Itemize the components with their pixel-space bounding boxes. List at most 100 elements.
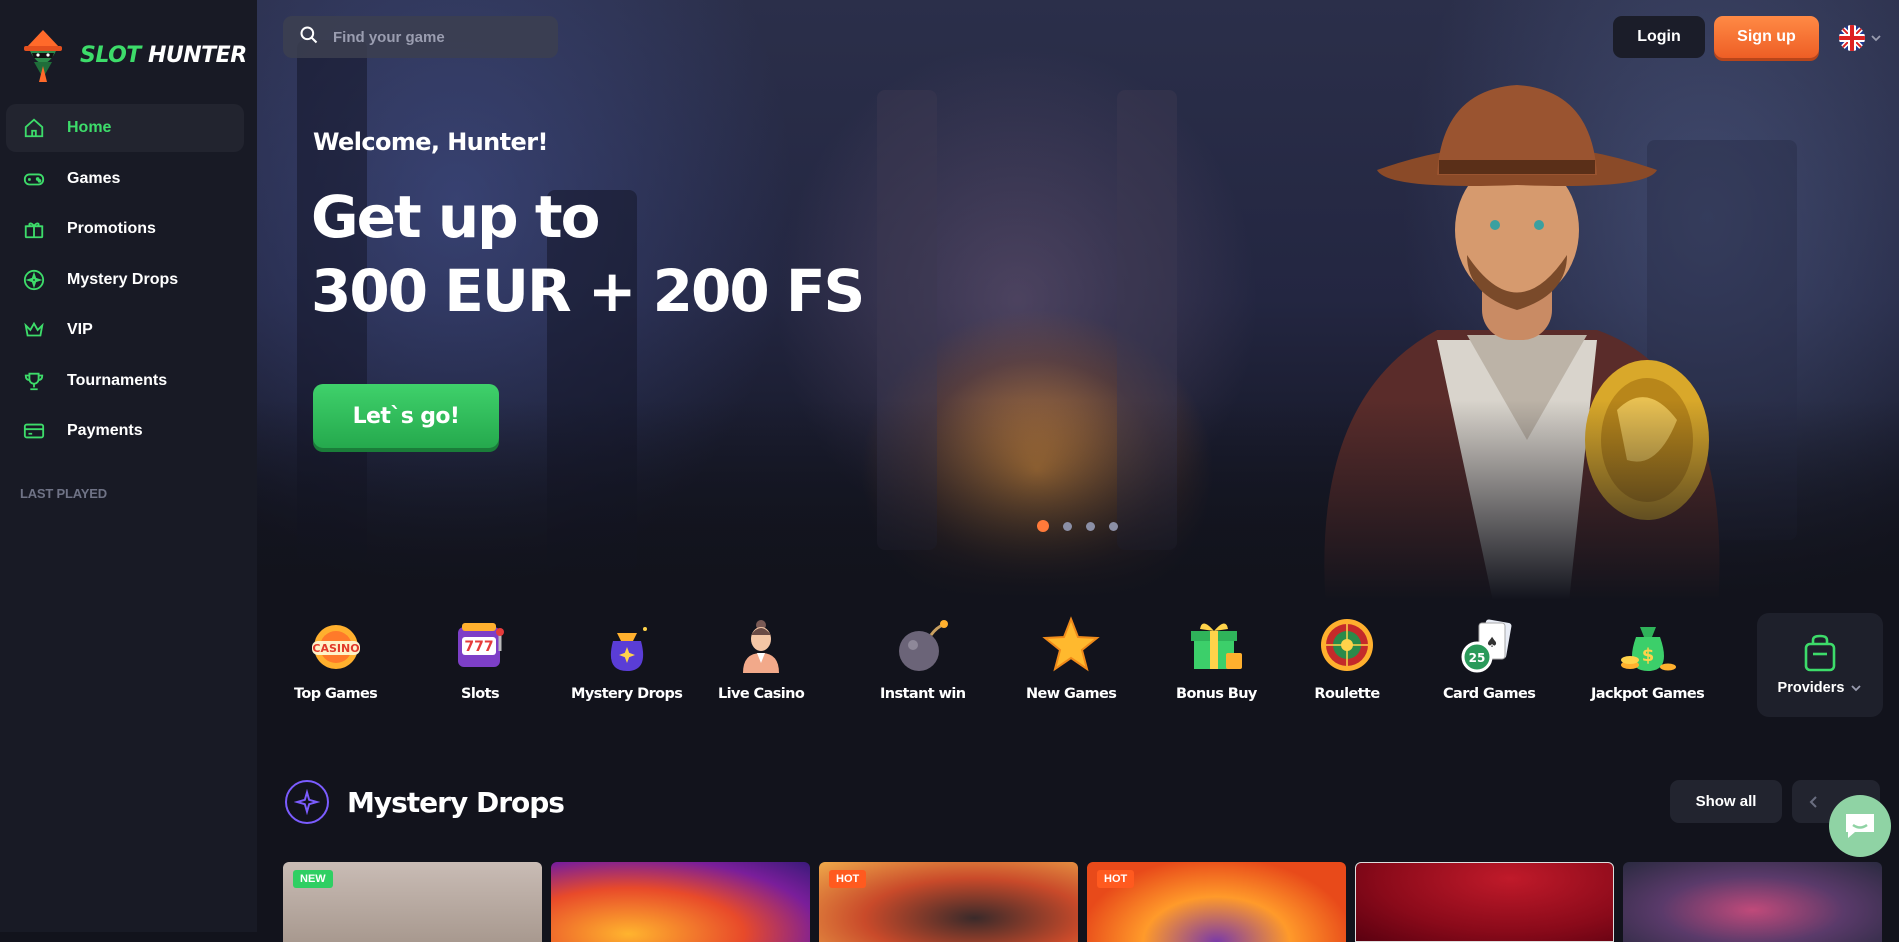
cards-chip-icon: ♠ 25 [1456,612,1522,678]
svg-text:CASINO: CASINO [312,642,359,655]
category-label: New Games [1026,686,1117,702]
mystery-drops-icon [22,268,46,292]
game-badge: HOT [829,870,867,888]
mystery-bag-icon [594,612,660,678]
sidebar-item-label: Home [67,119,112,136]
category-label: Jackpot Games [1591,686,1705,702]
home-icon [22,116,46,140]
sidebar-item-home[interactable]: Home [6,104,244,152]
svg-text:25: 25 [1469,651,1486,665]
game-card[interactable] [1355,862,1614,942]
search-input[interactable] [333,28,533,46]
carousel-dot[interactable] [1109,521,1118,531]
sidebar-item-mystery-drops[interactable]: Mystery Drops [6,256,244,304]
category-jackpot-games[interactable]: $ Jackpot Games [1591,612,1705,702]
category-label: Top Games [294,686,378,702]
category-live-casino[interactable]: Live Casino [718,612,805,702]
game-badge: NEW [293,870,333,888]
game-badge: HOT [1097,870,1135,888]
brand-slot: SLOT [80,42,141,68]
search-bar[interactable] [283,16,558,58]
carousel-dot[interactable] [1086,521,1095,531]
category-top-games[interactable]: CASINO Top Games [294,612,378,702]
chat-bubble-icon [1846,814,1874,838]
providers-icon [1804,634,1836,672]
sidebar-item-label: Promotions [67,220,156,237]
hero-welcome: Welcome, Hunter! [313,128,548,156]
game-card[interactable] [1623,862,1882,942]
gamepad-icon [22,167,46,191]
section-title: Mystery Drops [347,785,565,819]
language-selector[interactable] [1838,24,1882,52]
money-bag-icon: $ [1615,612,1681,678]
chevron-down-icon [1851,685,1862,692]
casino-icon: CASINO [303,612,369,678]
carousel-dots [1037,520,1118,532]
card-icon [22,419,46,443]
sidebar-item-vip[interactable]: VIP [6,306,244,354]
login-button[interactable]: Login [1613,16,1705,58]
hero-fade [257,400,1899,600]
mystery-drops-header: Mystery Drops [285,780,565,824]
category-label: Roulette [1314,686,1380,702]
category-bar: CASINO Top Games 777 Slots Mystery Drops… [257,612,1899,722]
category-card-games[interactable]: ♠ 25 Card Games [1443,612,1536,702]
category-label: Slots [461,686,500,702]
search-icon [299,25,319,50]
category-roulette[interactable]: Roulette [1314,612,1380,702]
category-instant-win[interactable]: Instant win [880,612,966,702]
hero-cta-button[interactable]: Let`s go! [313,384,499,448]
category-mystery-drops[interactable]: Mystery Drops [571,612,683,702]
sidebar-item-games[interactable]: Games [6,155,244,203]
brand-hunter: HUNTER [147,42,247,68]
last-played-heading: LAST PLAYED [20,486,107,501]
category-label: Live Casino [718,686,805,702]
mystery-drops-icon [285,780,329,824]
svg-text:777: 777 [464,639,493,655]
hunter-logo-icon [22,26,64,84]
category-label: Card Games [1443,686,1536,702]
sidebar-item-label: Payments [67,422,143,439]
game-card[interactable]: HOT [1087,862,1346,942]
signup-button[interactable]: Sign up [1714,16,1819,58]
show-all-button[interactable]: Show all [1670,780,1782,823]
sidebar-item-tournaments[interactable]: Tournaments [6,357,244,405]
game-card[interactable]: HOT [819,862,1078,942]
carousel-dot[interactable] [1063,521,1072,531]
category-slots[interactable]: 777 Slots [447,612,513,702]
carousel-dot[interactable] [1037,520,1049,532]
game-card[interactable]: NEW [283,862,542,942]
hero-banner: Welcome, Hunter! Get up to 300 EUR + 200… [257,0,1899,600]
category-new-games[interactable]: New Games [1026,612,1117,702]
game-cards-row: NEW HOT HOT [283,862,1882,942]
roulette-icon [1314,612,1380,678]
hero-headline-line1: Get up to [311,183,600,251]
sidebar: SLOT HUNTER Home Games Promotions Myster… [0,0,257,932]
dealer-icon [728,612,794,678]
chevron-left-icon [1809,795,1817,808]
trophy-icon [22,369,46,393]
sidebar-item-payments[interactable]: Payments [6,407,244,455]
sidebar-item-label: Mystery Drops [67,270,179,288]
category-label: Instant win [880,686,966,702]
sidebar-item-promotions[interactable]: Promotions [6,205,244,253]
providers-label: Providers [1777,680,1845,696]
sidebar-nav: Home Games Promotions Mystery Drops VIP … [6,104,244,458]
crown-icon [22,318,46,342]
category-bonus-buy[interactable]: Bonus Buy [1176,612,1257,702]
star-icon [1038,612,1104,678]
hero-headline: Get up to 300 EUR + 200 FS [311,180,865,328]
category-label: Mystery Drops [571,686,683,702]
game-card[interactable] [551,862,810,942]
main-content: Welcome, Hunter! Get up to 300 EUR + 200… [257,0,1899,942]
category-label: Bonus Buy [1176,686,1257,702]
chat-button[interactable] [1829,795,1891,857]
sidebar-item-label: Tournaments [67,371,168,389]
providers-button[interactable]: Providers [1757,613,1883,717]
logo[interactable]: SLOT HUNTER [22,26,247,84]
sidebar-item-label: VIP [67,321,93,338]
bomb-icon [890,612,956,678]
gift-box-icon [1183,612,1249,678]
flag-uk-icon [1839,25,1865,51]
slot-machine-icon: 777 [447,612,513,678]
